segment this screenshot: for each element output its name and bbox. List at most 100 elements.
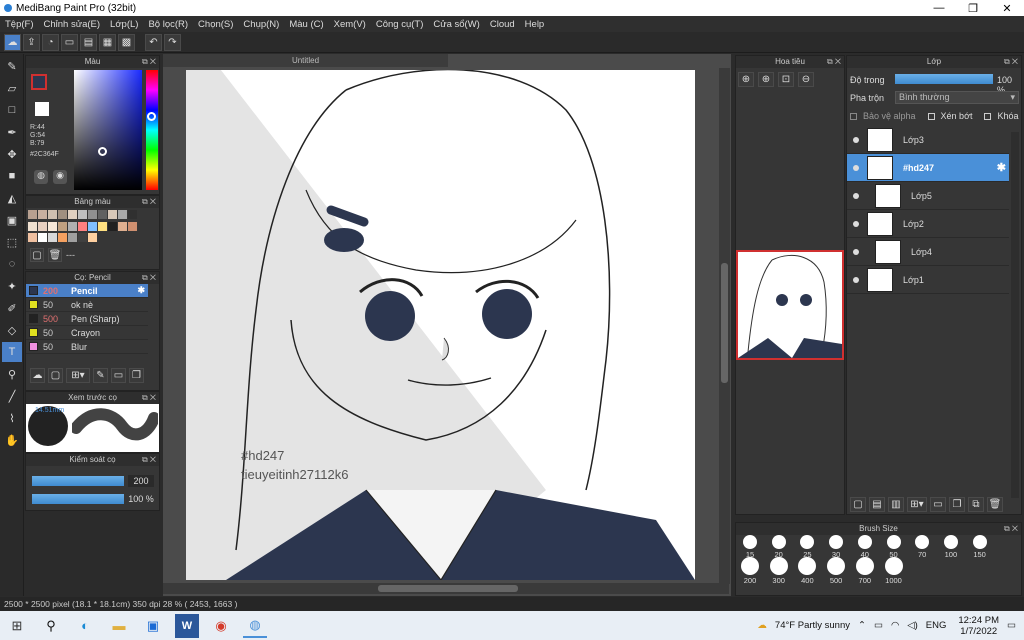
brush-size-slider[interactable] [32,476,124,486]
brush-size-dot[interactable] [743,535,757,549]
select-eraser-tool-icon[interactable]: ◇ [2,320,22,340]
volume-icon[interactable]: ◁) [907,620,917,631]
palette-swatch[interactable] [78,210,87,219]
tray-chevron-icon[interactable]: ⌃ [858,620,866,631]
layer-visibility-icon[interactable] [853,136,859,143]
layer-visibility-icon[interactable] [853,220,859,227]
windows-start-icon[interactable]: ⊞ [5,614,29,638]
panel-close-icon[interactable]: ⧉ ✕ [142,392,156,404]
layer-visibility-icon[interactable] [853,192,859,199]
wifi-icon[interactable]: ◠ [891,620,899,631]
brush-size-dot[interactable] [798,557,817,575]
palette-icon[interactable]: ◍ [34,170,48,184]
palette-swatch[interactable] [78,221,87,231]
zoom-window-icon[interactable]: ⊡ [778,72,794,87]
folder-brush-icon[interactable]: ▭ [111,368,126,383]
menu-filter[interactable]: Bộ lọc(R) [143,19,193,30]
cloud-brush-icon[interactable]: ☁ [30,368,45,383]
palette-swatch[interactable] [88,221,97,231]
brush-size-dot[interactable] [886,535,901,549]
panel-close-icon[interactable]: ⧉ ✕ [142,56,156,68]
brush-tool-icon[interactable]: ✎ [2,56,22,76]
menu-tools[interactable]: Công cụ(T) [371,19,429,30]
brush-size-dot[interactable] [771,535,786,549]
brush-size-dot[interactable] [855,557,874,575]
comment-icon[interactable]: ◔ [42,33,59,51]
panel-grid-icon[interactable]: ▩ [118,33,135,51]
palette-swatch[interactable] [78,233,87,243]
eyedropper-tool-icon[interactable]: ⌇ [2,408,22,428]
lock-checkbox[interactable] [984,112,992,120]
hue-handle[interactable] [147,112,156,121]
palette-swatch[interactable] [28,210,37,219]
brush-size-dot[interactable] [741,557,759,575]
document-tab[interactable]: Untitled [163,54,448,67]
color-set-icon[interactable]: ◉ [53,170,67,184]
brush-item[interactable]: 50 ok nè [26,298,148,312]
layer-opacity-slider[interactable] [895,74,993,84]
background-color-swatch[interactable] [35,102,49,116]
palette-swatch[interactable] [88,233,97,243]
layer-row[interactable]: Lớp5 [847,182,1009,210]
add-brush-icon[interactable]: ⊞▾ [66,368,90,383]
new-8bit-layer-icon[interactable]: ▥ [888,497,904,512]
text-tool-icon[interactable]: T [2,342,22,362]
saturation-value-square[interactable] [74,70,142,190]
add-color-icon[interactable]: ▢ [30,248,44,262]
language-indicator[interactable]: ENG [926,620,947,631]
menu-layer[interactable]: Lớp(L) [105,19,143,30]
divide-tool-icon[interactable]: ╱ [2,386,22,406]
gradient-tool-icon[interactable]: ▣ [2,210,22,230]
clock-date[interactable]: 1/7/2022 [958,626,999,637]
hue-slider[interactable] [146,70,158,190]
palette-swatch[interactable] [58,221,67,231]
panel-close-icon[interactable]: ⧉ ✕ [142,454,156,466]
delete-layer-icon[interactable]: 🗑 [987,497,1003,512]
zoom-in-icon[interactable]: ⊕ [738,72,754,87]
layer-visibility-icon[interactable] [853,276,859,283]
network-icon[interactable]: ▭ [874,620,883,631]
new-brush-icon[interactable]: ▢ [48,368,63,383]
palette-swatch[interactable] [48,233,57,243]
pen-tool-icon[interactable]: ✒ [2,122,22,142]
operation-tool-icon[interactable]: ⚲ [2,364,22,384]
menu-view[interactable]: Xem(V) [329,19,371,30]
menu-help[interactable]: Help [520,19,550,30]
brush-opacity-slider[interactable] [32,494,124,504]
menu-cloud[interactable]: Cloud [485,19,520,30]
weather-text[interactable]: 74°F Partly sunny [775,620,850,631]
edge-icon[interactable]: ◐ [73,614,97,638]
palette-swatch[interactable] [58,210,67,219]
notification-icon[interactable]: ▭ [1007,620,1016,631]
palette-swatch[interactable] [48,221,57,231]
brush-size-dot[interactable] [972,535,987,549]
palette-swatch[interactable] [108,221,117,231]
chrome-icon[interactable]: ◉ [209,614,233,638]
brush-item[interactable]: 50 Crayon [26,326,148,340]
brush-size-dot[interactable] [915,535,930,549]
cloud-icon[interactable]: ☁ [4,33,21,51]
layer-settings-icon[interactable]: ✱ [997,161,1006,174]
fill-rect-tool-icon[interactable]: ■ [2,166,22,186]
panel-close-icon[interactable]: ⧉ ✕ [142,272,156,284]
redo-icon[interactable]: ↷ [164,33,181,51]
menu-window[interactable]: Cửa sổ(W) [428,19,484,30]
delete-color-icon[interactable]: 🗑 [48,248,62,262]
hand-tool-icon[interactable]: ✋ [2,430,22,450]
bucket-tool-icon[interactable]: ◭ [2,188,22,208]
brush-size-dot[interactable] [827,557,846,575]
brush-size-dot[interactable] [829,535,844,549]
duplicate-layer-icon[interactable]: ❐ [949,497,965,512]
horizontal-scrollbar[interactable] [163,583,729,594]
palette-swatch[interactable] [38,221,47,231]
drawing-canvas[interactable]: #hd247 tieuyeitinh27112k6 [186,70,695,580]
palette-swatch[interactable] [68,233,77,243]
palette-swatch[interactable] [68,221,77,231]
export-icon[interactable]: ⇪ [23,33,40,51]
brush-item[interactable]: 500 Pen (Sharp) [26,312,148,326]
copy-brush-icon[interactable]: ❐ [129,368,144,383]
menu-edit[interactable]: Chỉnh sửa(E) [39,19,106,30]
vertical-scrollbar[interactable] [719,68,730,584]
protect-alpha-checkbox[interactable] [850,112,857,120]
merge-layer-icon[interactable]: ⧉ [968,497,984,512]
